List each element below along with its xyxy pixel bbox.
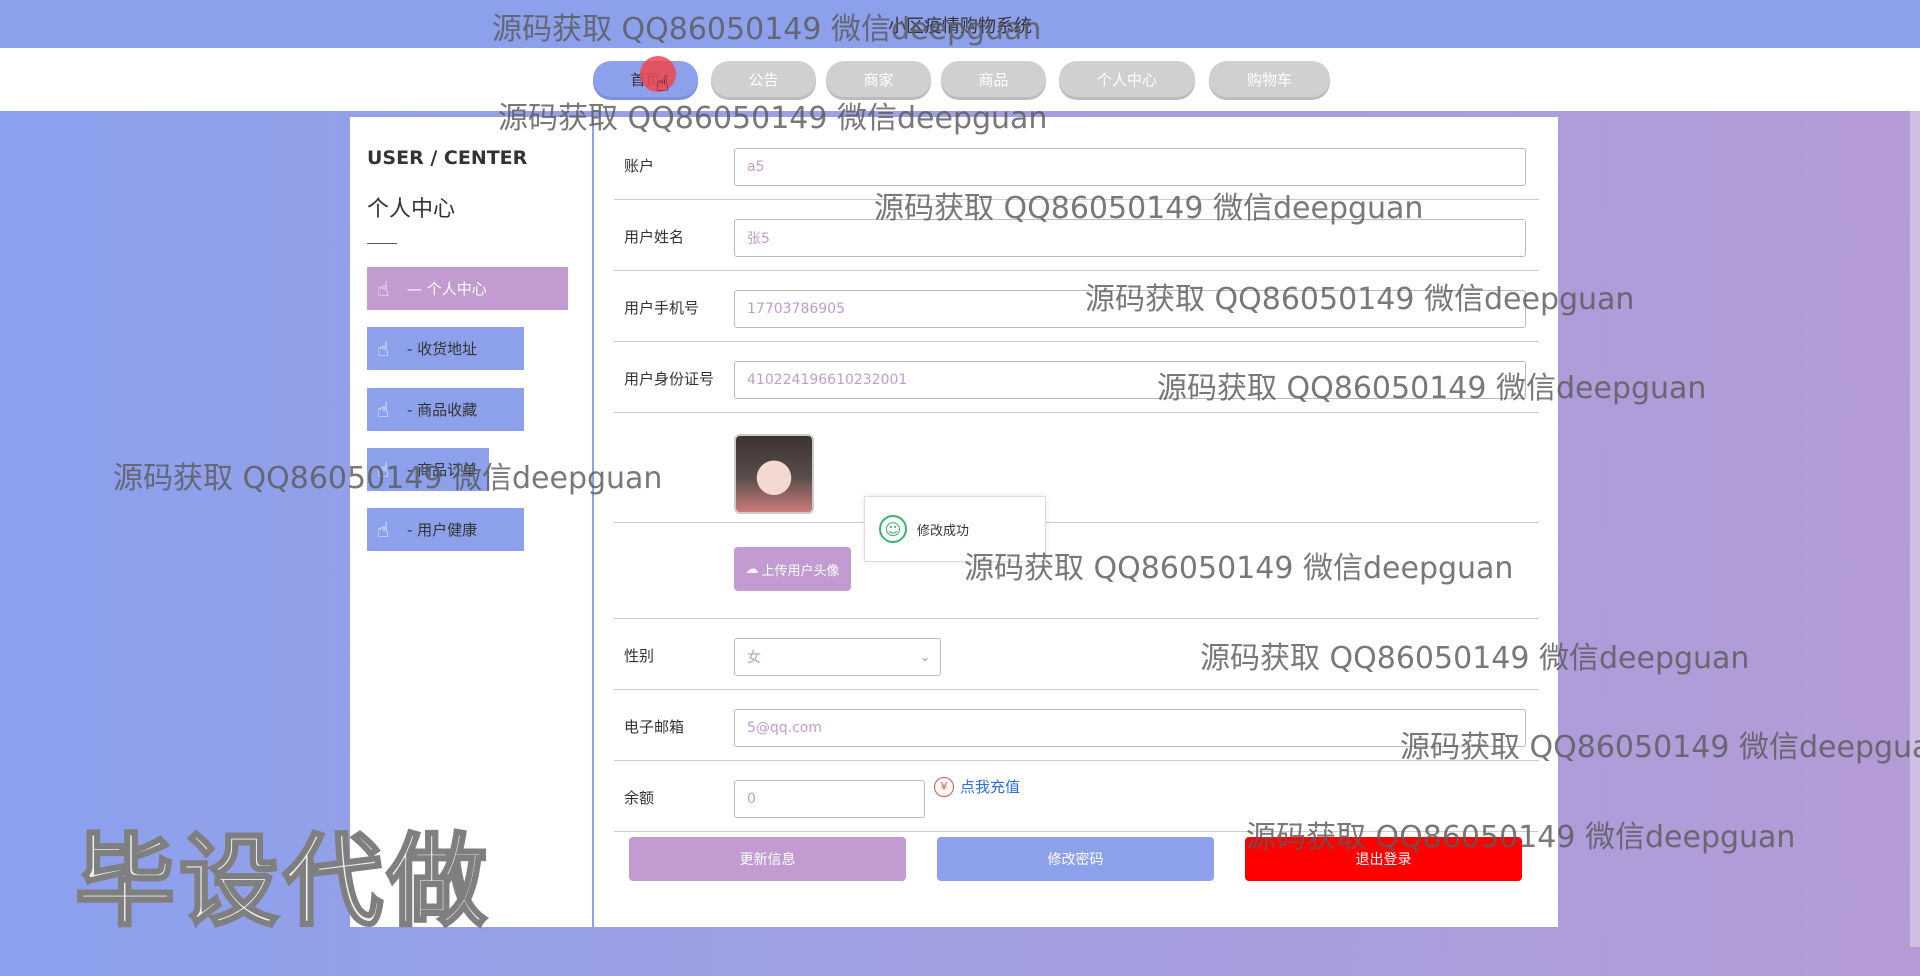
avatar [734,434,814,514]
watermark: 源码获取 QQ86050149 微信deepguan [1246,820,1796,855]
upload-avatar-label: 上传用户头像 [761,563,840,579]
idcard-label: 用户身份证号 [624,370,715,388]
watermark: 源码获取 QQ86050149 微信deepguan [1200,641,1750,676]
chevron-down-icon: ⌄ [919,650,930,664]
change-password-button[interactable]: 修改密码 [937,837,1214,881]
nav-cart[interactable]: 购物车 [1209,61,1330,97]
phone-label: 用户手机号 [624,299,700,317]
watermark: 源码获取 QQ86050149 微信deepguan [492,12,1042,47]
sidebar-title-en: USER / CENTER [367,147,528,169]
sidebar-item-favorites[interactable]: ☝ - 商品收藏 [367,388,524,431]
page-scrollbar[interactable] [1910,111,1920,947]
gender-label: 性别 [624,647,655,665]
sidebar-item-user-center[interactable]: ☝ — 个人中心 [367,267,568,310]
account-input[interactable]: a5 [734,148,1526,186]
update-info-button[interactable]: 更新信息 [629,837,906,881]
sidebar-item-label: — 个人中心 [407,280,487,298]
recharge-label: 点我充值 [960,778,1021,796]
sidebar-title: 个人中心 [367,197,456,222]
watermark: 源码获取 QQ86050149 微信deepguan [964,551,1514,586]
watermark: 源码获取 QQ86050149 微信deepguan [498,101,1048,136]
toast-message: 修改成功 [917,523,970,539]
sidebar-item-label: - 收货地址 [407,340,478,358]
upload-avatar-button[interactable]: ☁ 上传用户头像 [734,547,851,591]
sidebar-item-address[interactable]: ☝ - 收货地址 [367,327,524,370]
hand-wave-icon: ☝ [377,276,390,301]
smile-icon: ☺ [879,515,907,543]
nav-goods[interactable]: 商品 [941,61,1046,97]
gender-select[interactable]: 女 ⌄ [734,638,941,676]
email-label: 电子邮箱 [624,718,685,736]
nav-user-center[interactable]: 个人中心 [1059,61,1195,97]
yuan-icon: ¥ [934,776,954,797]
promo-stamp: 毕设代做 [74,822,491,942]
balance-label: 余额 [624,789,655,807]
watermark: 源码获取 QQ86050149 微信deepguan [1400,730,1920,765]
recharge-link[interactable]: ¥ 点我充值 [934,776,1020,797]
nav-merchant[interactable]: 商家 [826,61,931,97]
watermark: 源码获取 QQ86050149 微信deepguan [1157,371,1707,406]
cloud-upload-icon: ☁ [745,561,759,577]
watermark: 源码获取 QQ86050149 微信deepguan [874,191,1424,226]
balance-input[interactable]: 0 [734,780,925,818]
hand-wave-icon: ☝ [377,397,390,422]
nav-notice[interactable]: 公告 [711,61,816,97]
sidebar-item-label: - 商品收藏 [407,401,478,419]
sidebar-item-health[interactable]: ☝ - 用户健康 [367,508,524,551]
name-label: 用户姓名 [624,228,685,246]
sidebar-item-label: - 用户健康 [407,521,478,539]
account-label: 账户 [624,157,655,175]
gender-value: 女 [747,650,761,666]
sidebar-divider [367,243,397,244]
hand-wave-icon: ☝ [377,517,390,542]
watermark: 源码获取 QQ86050149 微信deepguan [113,461,663,496]
watermark: 源码获取 QQ86050149 微信deepguan [1085,282,1635,317]
hand-wave-icon: ☝ [377,336,390,361]
profile-form: 账户 a5 用户姓名 张5 用户手机号 17703786905 用户身份证号 4… [592,117,1558,927]
